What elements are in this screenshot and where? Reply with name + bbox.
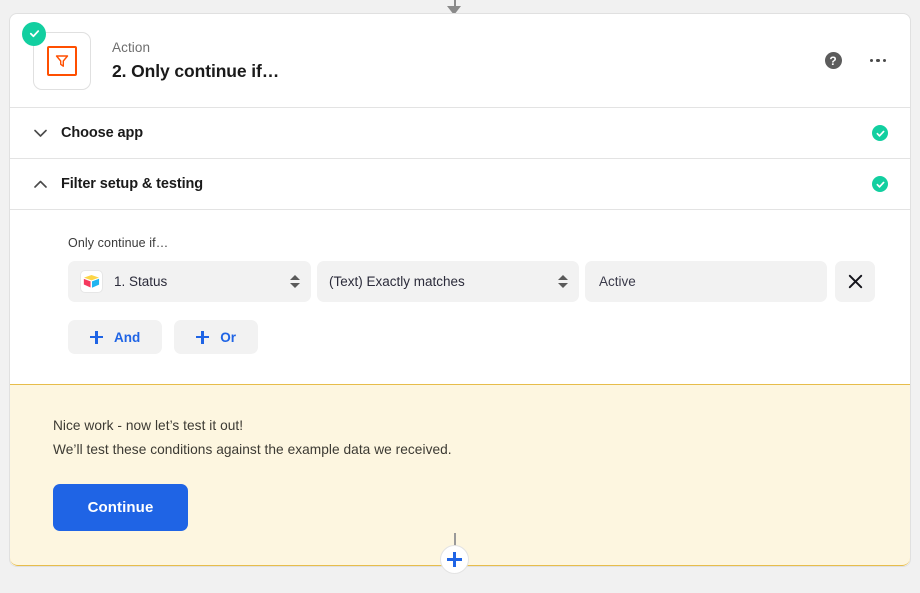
- more-options-icon[interactable]: [868, 53, 889, 69]
- chevron-up-icon: [31, 180, 49, 189]
- step-header[interactable]: Action 2. Only continue if… ?: [10, 14, 910, 108]
- condition-operator-stepper-icon: [550, 275, 568, 288]
- condition-field-value: 1. Status: [114, 274, 168, 289]
- step-status-check-icon: [22, 21, 46, 46]
- section-choose-app[interactable]: Choose app: [10, 108, 910, 159]
- header-text-block: Action 2. Only continue if…: [112, 38, 279, 83]
- plus-icon: [447, 552, 462, 567]
- help-icon[interactable]: ?: [824, 52, 842, 69]
- test-panel: Nice work - now let’s test it out! We’ll…: [10, 384, 910, 566]
- only-continue-if-label: Only continue if…: [68, 236, 169, 250]
- section-choose-app-label: Choose app: [61, 125, 143, 141]
- app-icon-wrapper: [22, 21, 91, 90]
- filter-setup-body: Only continue if… 1. Status (Text) Exact…: [10, 210, 910, 384]
- section-filter-setup-label: Filter setup & testing: [61, 176, 204, 192]
- step-kicker: Action: [112, 40, 151, 55]
- section-filter-setup-status-icon: [872, 176, 888, 192]
- test-panel-line-2: We’ll test these conditions against the …: [53, 442, 452, 457]
- add-or-label: Or: [220, 329, 237, 345]
- section-choose-app-status-icon: [872, 125, 888, 141]
- add-and-label: And: [114, 329, 141, 345]
- airtable-icon: [80, 270, 103, 293]
- add-or-condition-button[interactable]: Or: [174, 320, 259, 354]
- condition-value-text: Active: [599, 274, 636, 289]
- continue-button[interactable]: Continue: [53, 484, 188, 531]
- condition-field-stepper-icon: [282, 275, 300, 288]
- remove-condition-button[interactable]: [835, 261, 875, 302]
- section-filter-setup[interactable]: Filter setup & testing: [10, 159, 910, 210]
- condition-operator-value: (Text) Exactly matches: [329, 274, 465, 289]
- action-step-card: Action 2. Only continue if… ? Choose app: [9, 13, 911, 567]
- condition-field-select[interactable]: 1. Status: [68, 261, 311, 302]
- condition-value-input[interactable]: Active: [585, 261, 827, 302]
- filter-condition-row: 1. Status (Text) Exactly matches Active: [68, 261, 910, 302]
- condition-operator-select[interactable]: (Text) Exactly matches: [317, 261, 579, 302]
- add-condition-buttons: And Or: [68, 320, 910, 354]
- test-panel-line-1: Nice work - now let’s test it out!: [53, 418, 244, 433]
- chevron-down-icon: [31, 129, 49, 138]
- plus-icon: [196, 330, 210, 344]
- page-title: 2. Only continue if…: [112, 61, 280, 81]
- add-step-button[interactable]: [440, 545, 469, 574]
- add-and-condition-button[interactable]: And: [68, 320, 163, 354]
- header-actions: ?: [824, 52, 889, 69]
- plus-icon: [90, 330, 103, 344]
